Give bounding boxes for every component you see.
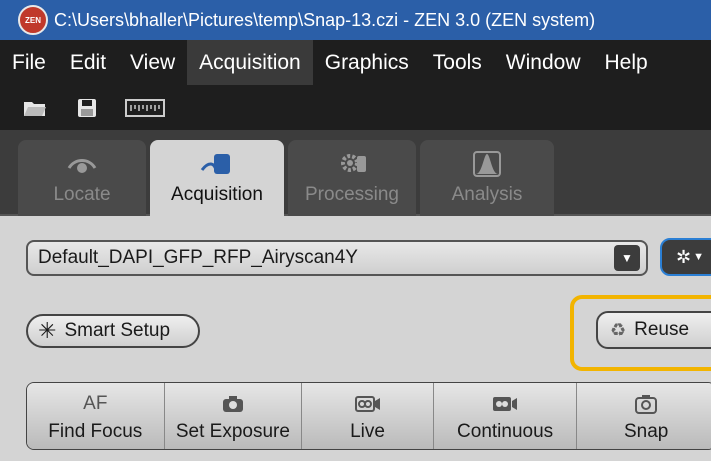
sparkle-icon: ✳ (38, 318, 57, 343)
gear-icon: ✲ (676, 246, 692, 267)
menu-window[interactable]: Window (494, 40, 593, 85)
acquire-icon (200, 154, 230, 174)
tab-analysis[interactable]: Analysis (420, 140, 554, 216)
menu-acquisition[interactable]: Acquisition (187, 40, 313, 85)
main-tabs: Locate Acquisition Processing Analysis (0, 130, 711, 216)
zen-logo-icon: ZEN (18, 5, 48, 35)
open-folder-icon[interactable] (18, 91, 52, 125)
live-label: Live (350, 421, 385, 442)
window-title: C:\Users\bhaller\Pictures\temp\Snap-13.c… (54, 9, 596, 30)
peak-icon (473, 151, 501, 177)
snap-label: Snap (624, 421, 669, 442)
smart-setup-label: Smart Setup (64, 320, 171, 341)
menu-help[interactable]: Help (593, 40, 660, 85)
set-exposure-button[interactable]: Set Exposure (164, 383, 303, 449)
camera-icon (222, 391, 244, 417)
tab-locate[interactable]: Locate (18, 140, 146, 216)
toolbar (0, 85, 711, 130)
continuous-label: Continuous (457, 421, 554, 442)
chevron-down-icon[interactable]: ▼ (614, 245, 640, 271)
experiment-select-value: Default_DAPI_GFP_RFP_Airyscan4Y (38, 247, 358, 268)
tab-processing[interactable]: Processing (288, 140, 416, 216)
experiment-options-button[interactable]: ✲ ▼ (660, 238, 711, 276)
tab-label: Locate (53, 184, 111, 205)
find-focus-label: Find Focus (48, 421, 143, 442)
snap-button[interactable]: Snap (577, 383, 711, 449)
menu-tools[interactable]: Tools (421, 40, 494, 85)
title-bar: ZEN C:\Users\bhaller\Pictures\temp\Snap-… (0, 0, 711, 40)
video-icon (354, 391, 381, 417)
tab-acquisition[interactable]: Acquisition (150, 140, 284, 216)
menu-graphics[interactable]: Graphics (313, 40, 421, 85)
camera-icon (635, 391, 658, 417)
set-exposure-label: Set Exposure (175, 421, 290, 442)
save-icon[interactable] (70, 91, 104, 125)
recycle-icon: ♻ (610, 319, 627, 340)
tab-label: Analysis (451, 184, 523, 205)
find-focus-button[interactable]: AF Find Focus (27, 383, 165, 449)
menu-bar: File Edit View Acquisition Graphics Tool… (0, 40, 711, 85)
acquisition-actions: AF Find Focus Set Exposure Live Continuo… (26, 382, 711, 450)
chevron-down-icon: ▼ (693, 251, 704, 263)
menu-view[interactable]: View (118, 40, 187, 85)
reuse-button[interactable]: ♻ Reuse (596, 311, 711, 349)
reuse-label: Reuse (634, 319, 690, 340)
continuous-button[interactable]: Continuous (433, 383, 578, 449)
eye-icon (67, 159, 97, 173)
gear-icon (341, 154, 366, 172)
experiment-select[interactable]: Default_DAPI_GFP_RFP_Airyscan4Y ▼ (26, 240, 648, 276)
scalebar-icon[interactable] (122, 91, 168, 125)
menu-edit[interactable]: Edit (58, 40, 118, 85)
smart-setup-button[interactable]: ✳ Smart Setup (26, 314, 200, 348)
af-icon: AF (83, 393, 108, 414)
acquisition-panel: Default_DAPI_GFP_RFP_Airyscan4Y ▼ ✲ ▼ ✳ S… (0, 216, 711, 461)
tab-label: Acquisition (171, 184, 263, 205)
menu-file[interactable]: File (0, 40, 58, 85)
video-icon (492, 391, 518, 417)
live-button[interactable]: Live (302, 383, 434, 449)
tab-label: Processing (305, 184, 399, 205)
